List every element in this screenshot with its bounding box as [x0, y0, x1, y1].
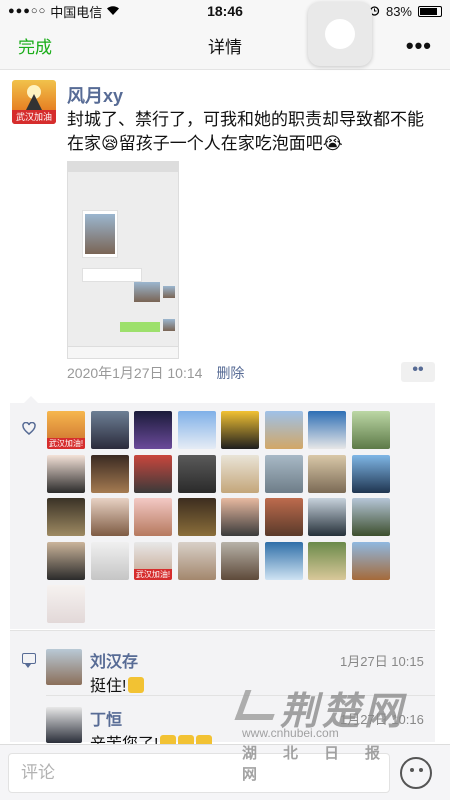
liker-avatar[interactable] — [308, 411, 346, 449]
liker-avatar[interactable] — [177, 454, 216, 493]
image-status-bar — [68, 162, 178, 172]
liker-avatar[interactable] — [351, 411, 390, 449]
emoji-icon[interactable] — [400, 757, 432, 789]
commenter-name[interactable]: 刘汉存 — [90, 648, 138, 672]
liker-avatar[interactable] — [221, 541, 259, 580]
avatar-badge: 武汉加油! — [47, 438, 85, 449]
liker-avatar[interactable] — [264, 541, 303, 580]
avatar-badge: 武汉加油! — [134, 568, 172, 580]
liker-avatar[interactable] — [134, 498, 172, 536]
like-comment-button[interactable]: •• — [401, 362, 435, 382]
author-name[interactable]: 风月xy — [67, 82, 123, 108]
liker-avatar[interactable] — [90, 411, 129, 449]
liker-avatar[interactable] — [221, 411, 259, 449]
image-green-bubble — [120, 322, 160, 332]
image-avatar — [163, 319, 175, 331]
likes-panel: 武汉加油! 武汉加油! — [10, 396, 435, 629]
liker-avatar[interactable] — [308, 541, 346, 580]
liker-avatar[interactable] — [264, 454, 303, 493]
post-image[interactable] — [67, 161, 179, 359]
commenter-avatar[interactable] — [46, 707, 82, 743]
post-text: 封城了、禁行了，可我和她的职责却导致都不能在家😪留孩子一个人在家吃泡面吧😭 — [67, 110, 424, 153]
liker-avatar[interactable] — [90, 454, 129, 493]
commenter-name[interactable]: 丁恒 — [90, 706, 122, 730]
post-meta: 2020年1月27日 10:14 删除 — [67, 363, 244, 383]
liker-avatar[interactable] — [47, 454, 85, 493]
liker-avatar[interactable] — [221, 498, 259, 536]
post-date: 2020年1月27日 10:14 — [67, 365, 203, 381]
nav-bar: 完成 详情 ••• — [0, 22, 450, 70]
comment-time: 1月27日 10:16 — [340, 712, 424, 727]
liker-avatar[interactable]: 武汉加油! — [47, 411, 85, 449]
image-avatar — [163, 286, 175, 298]
comment-text: 挺住! — [90, 672, 145, 696]
avatar-badge: 武汉加油 — [12, 110, 56, 124]
liker-avatar[interactable] — [47, 541, 85, 580]
liker-avatar[interactable] — [134, 454, 172, 493]
liker-avatar[interactable] — [264, 498, 303, 536]
liker-avatar[interactable]: 武汉加油! — [134, 541, 172, 580]
liker-avatar[interactable] — [221, 454, 259, 493]
page-title: 详情 — [208, 38, 242, 57]
delete-button[interactable]: 删除 — [216, 363, 244, 383]
liker-avatar[interactable] — [90, 541, 129, 580]
image-photo — [85, 214, 115, 254]
comment-time: 1月27日 10:15 — [340, 654, 424, 669]
liker-avatar[interactable] — [47, 585, 85, 623]
wifi-icon — [106, 4, 120, 19]
carrier-label: 中国电信 — [50, 4, 103, 20]
battery-fill — [420, 7, 437, 15]
comment-input[interactable]: 评论 — [8, 753, 390, 793]
clock: 18:46 — [207, 3, 243, 19]
comment-input-bar: 评论 — [0, 744, 450, 800]
heart-icon — [22, 421, 36, 439]
battery-icon — [418, 5, 442, 17]
liker-avatar[interactable] — [134, 411, 172, 449]
liker-avatar[interactable] — [264, 411, 303, 449]
floating-window-button[interactable] — [308, 2, 372, 66]
liker-avatar[interactable] — [47, 498, 85, 536]
image-photo — [134, 282, 160, 302]
battery-percent: 83% — [385, 3, 412, 19]
image-chat-bubble — [82, 268, 142, 282]
comment-divider — [46, 695, 435, 696]
liker-avatar[interactable] — [351, 498, 390, 536]
comments-panel: 刘汉存 1月27日 10:15 挺住! 丁恒 1月27日 10:16 辛苦您了! — [10, 630, 435, 753]
image-input-bar — [68, 346, 178, 358]
done-button[interactable]: 完成 — [18, 33, 52, 58]
comment-icon — [22, 653, 36, 668]
liker-avatar[interactable] — [177, 498, 216, 536]
liker-avatar[interactable] — [308, 498, 346, 536]
liker-avatar[interactable] — [351, 454, 390, 493]
liker-avatar[interactable] — [90, 498, 129, 536]
liker-avatar[interactable] — [351, 541, 390, 580]
more-options-button[interactable]: ••• — [406, 33, 432, 59]
signal-icon: ●●●○○ — [8, 5, 47, 17]
commenter-avatar[interactable] — [46, 649, 82, 685]
liker-avatar[interactable] — [308, 454, 346, 493]
status-bar: ●●●○○ 中国电信 18:46 83% — [0, 0, 450, 22]
liker-avatar[interactable] — [177, 541, 216, 580]
thumbs-up-icon — [128, 677, 145, 693]
liker-avatar[interactable] — [177, 411, 216, 449]
author-avatar[interactable]: 武汉加油 — [12, 80, 56, 124]
